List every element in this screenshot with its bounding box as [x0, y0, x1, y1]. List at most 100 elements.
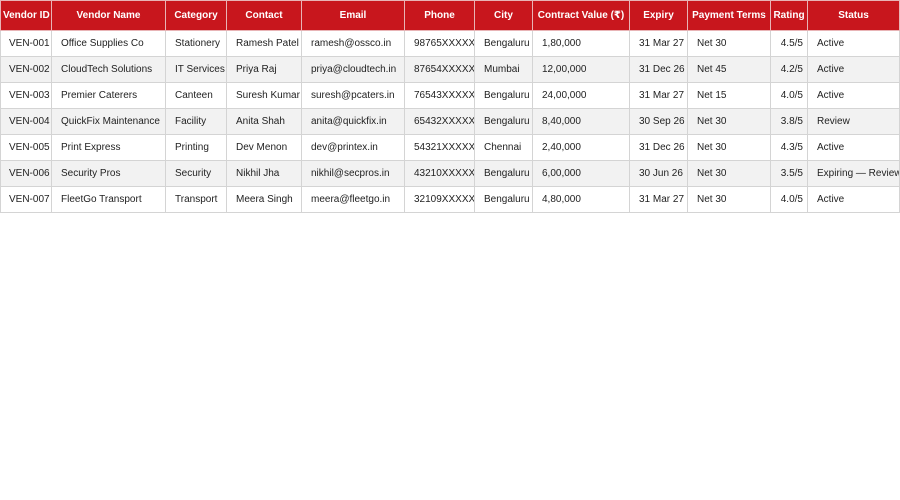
contact-cell[interactable]: Dev Menon [226, 134, 302, 161]
expiry-cell[interactable]: 31 Dec 26 [629, 134, 688, 161]
contact-cell[interactable]: Priya Raj [226, 56, 302, 83]
phone-cell[interactable]: 76543XXXXX [404, 82, 475, 109]
vendor-name-cell[interactable]: CloudTech Solutions [51, 56, 166, 83]
table-row[interactable]: VEN-001 Office Supplies Co Stationery Rames… [0, 30, 900, 57]
status-cell[interactable]: Active [807, 134, 900, 161]
column-header-phone[interactable]: Phone [404, 0, 475, 31]
city-cell[interactable]: Bengaluru [474, 186, 533, 213]
column-header-vendor-id[interactable]: Vendor ID [0, 0, 52, 31]
vendor-id-cell[interactable]: VEN-005 [0, 134, 52, 161]
expiry-cell[interactable]: 30 Sep 26 [629, 108, 688, 135]
city-cell[interactable]: Bengaluru [474, 30, 533, 57]
rating-cell[interactable]: 4.2/5 [770, 56, 808, 83]
city-cell[interactable]: Bengaluru [474, 108, 533, 135]
vendor-name-cell[interactable]: Office Supplies Co [51, 30, 166, 57]
column-header-contact[interactable]: Contact [226, 0, 302, 31]
rating-cell[interactable]: 4.0/5 [770, 82, 808, 109]
column-header-rating[interactable]: Rating [770, 0, 808, 31]
city-cell[interactable]: Bengaluru [474, 160, 533, 187]
category-cell[interactable]: IT Services [165, 56, 227, 83]
payment-terms-cell[interactable]: Net 30 [687, 108, 771, 135]
city-cell[interactable]: Chennai [474, 134, 533, 161]
column-header-email[interactable]: Email [301, 0, 405, 31]
expiry-cell[interactable]: 31 Mar 27 [629, 82, 688, 109]
contract-value-cell[interactable]: 12,00,000 [532, 56, 630, 83]
category-cell[interactable]: Security [165, 160, 227, 187]
column-header-category[interactable]: Category [165, 0, 227, 31]
email-cell[interactable]: ramesh@ossco.in [301, 30, 405, 57]
column-header-city[interactable]: City [474, 0, 533, 31]
rating-cell[interactable]: 4.5/5 [770, 30, 808, 57]
contract-value-cell[interactable]: 1,80,000 [532, 30, 630, 57]
column-header-status[interactable]: Status [807, 0, 900, 31]
expiry-cell[interactable]: 31 Mar 27 [629, 30, 688, 57]
payment-terms-cell[interactable]: Net 15 [687, 82, 771, 109]
table-row[interactable]: VEN-004 QuickFix Maintenance Facility Anita… [0, 108, 900, 135]
phone-cell[interactable]: 87654XXXXX [404, 56, 475, 83]
status-cell[interactable]: Review [807, 108, 900, 135]
expiry-cell[interactable]: 31 Dec 26 [629, 56, 688, 83]
table-row[interactable]: VEN-005 Print Express Printing Dev Menon dev… [0, 134, 900, 161]
status-cell[interactable]: Active [807, 82, 900, 109]
rating-cell[interactable]: 4.3/5 [770, 134, 808, 161]
rating-cell[interactable]: 3.5/5 [770, 160, 808, 187]
status-cell[interactable]: Active [807, 56, 900, 83]
vendor-id-cell[interactable]: VEN-007 [0, 186, 52, 213]
table-row[interactable]: VEN-003 Premier Caterers Canteen Suresh Kum… [0, 82, 900, 109]
column-header-payment-terms[interactable]: Payment Terms [687, 0, 771, 31]
rating-cell[interactable]: 4.0/5 [770, 186, 808, 213]
contract-value-cell[interactable]: 4,80,000 [532, 186, 630, 213]
status-cell[interactable]: Active [807, 186, 900, 213]
phone-cell[interactable]: 65432XXXXX [404, 108, 475, 135]
phone-cell[interactable]: 54321XXXXX [404, 134, 475, 161]
contract-value-cell[interactable]: 2,40,000 [532, 134, 630, 161]
category-cell[interactable]: Canteen [165, 82, 227, 109]
contact-cell[interactable]: Nikhil Jha [226, 160, 302, 187]
table-row[interactable]: VEN-007 FleetGo Transport Transport Meera S… [0, 186, 900, 213]
city-cell[interactable]: Bengaluru [474, 82, 533, 109]
category-cell[interactable]: Transport [165, 186, 227, 213]
vendor-id-cell[interactable]: VEN-002 [0, 56, 52, 83]
status-cell[interactable]: Expiring — Review [807, 160, 900, 187]
table-row[interactable]: VEN-006 Security Pros Security Nikhil Jha ni… [0, 160, 900, 187]
category-cell[interactable]: Stationery [165, 30, 227, 57]
vendor-id-cell[interactable]: VEN-006 [0, 160, 52, 187]
expiry-cell[interactable]: 31 Mar 27 [629, 186, 688, 213]
expiry-cell[interactable]: 30 Jun 26 [629, 160, 688, 187]
column-header-contract-value[interactable]: Contract Value (₹) [532, 0, 630, 31]
email-cell[interactable]: dev@printex.in [301, 134, 405, 161]
payment-terms-cell[interactable]: Net 30 [687, 134, 771, 161]
payment-terms-cell[interactable]: Net 30 [687, 30, 771, 57]
email-cell[interactable]: priya@cloudtech.in [301, 56, 405, 83]
vendor-name-cell[interactable]: Print Express [51, 134, 166, 161]
column-header-vendor-name[interactable]: Vendor Name [51, 0, 166, 31]
city-cell[interactable]: Mumbai [474, 56, 533, 83]
rating-cell[interactable]: 3.8/5 [770, 108, 808, 135]
email-cell[interactable]: meera@fleetgo.in [301, 186, 405, 213]
table-row[interactable]: VEN-002 CloudTech Solutions IT Services Pri… [0, 56, 900, 83]
email-cell[interactable]: nikhil@secpros.in [301, 160, 405, 187]
email-cell[interactable]: anita@quickfix.in [301, 108, 405, 135]
payment-terms-cell[interactable]: Net 30 [687, 186, 771, 213]
contact-cell[interactable]: Suresh Kumar [226, 82, 302, 109]
contract-value-cell[interactable]: 24,00,000 [532, 82, 630, 109]
contract-value-cell[interactable]: 6,00,000 [532, 160, 630, 187]
contact-cell[interactable]: Ramesh Patel [226, 30, 302, 57]
email-cell[interactable]: suresh@pcaters.in [301, 82, 405, 109]
contact-cell[interactable]: Anita Shah [226, 108, 302, 135]
category-cell[interactable]: Printing [165, 134, 227, 161]
vendor-id-cell[interactable]: VEN-004 [0, 108, 52, 135]
contact-cell[interactable]: Meera Singh [226, 186, 302, 213]
phone-cell[interactable]: 43210XXXXX [404, 160, 475, 187]
contract-value-cell[interactable]: 8,40,000 [532, 108, 630, 135]
payment-terms-cell[interactable]: Net 30 [687, 160, 771, 187]
vendor-name-cell[interactable]: QuickFix Maintenance [51, 108, 166, 135]
column-header-expiry[interactable]: Expiry [629, 0, 688, 31]
vendor-id-cell[interactable]: VEN-001 [0, 30, 52, 57]
vendor-name-cell[interactable]: Security Pros [51, 160, 166, 187]
payment-terms-cell[interactable]: Net 45 [687, 56, 771, 83]
category-cell[interactable]: Facility [165, 108, 227, 135]
status-cell[interactable]: Active [807, 30, 900, 57]
phone-cell[interactable]: 98765XXXXX [404, 30, 475, 57]
vendor-name-cell[interactable]: FleetGo Transport [51, 186, 166, 213]
